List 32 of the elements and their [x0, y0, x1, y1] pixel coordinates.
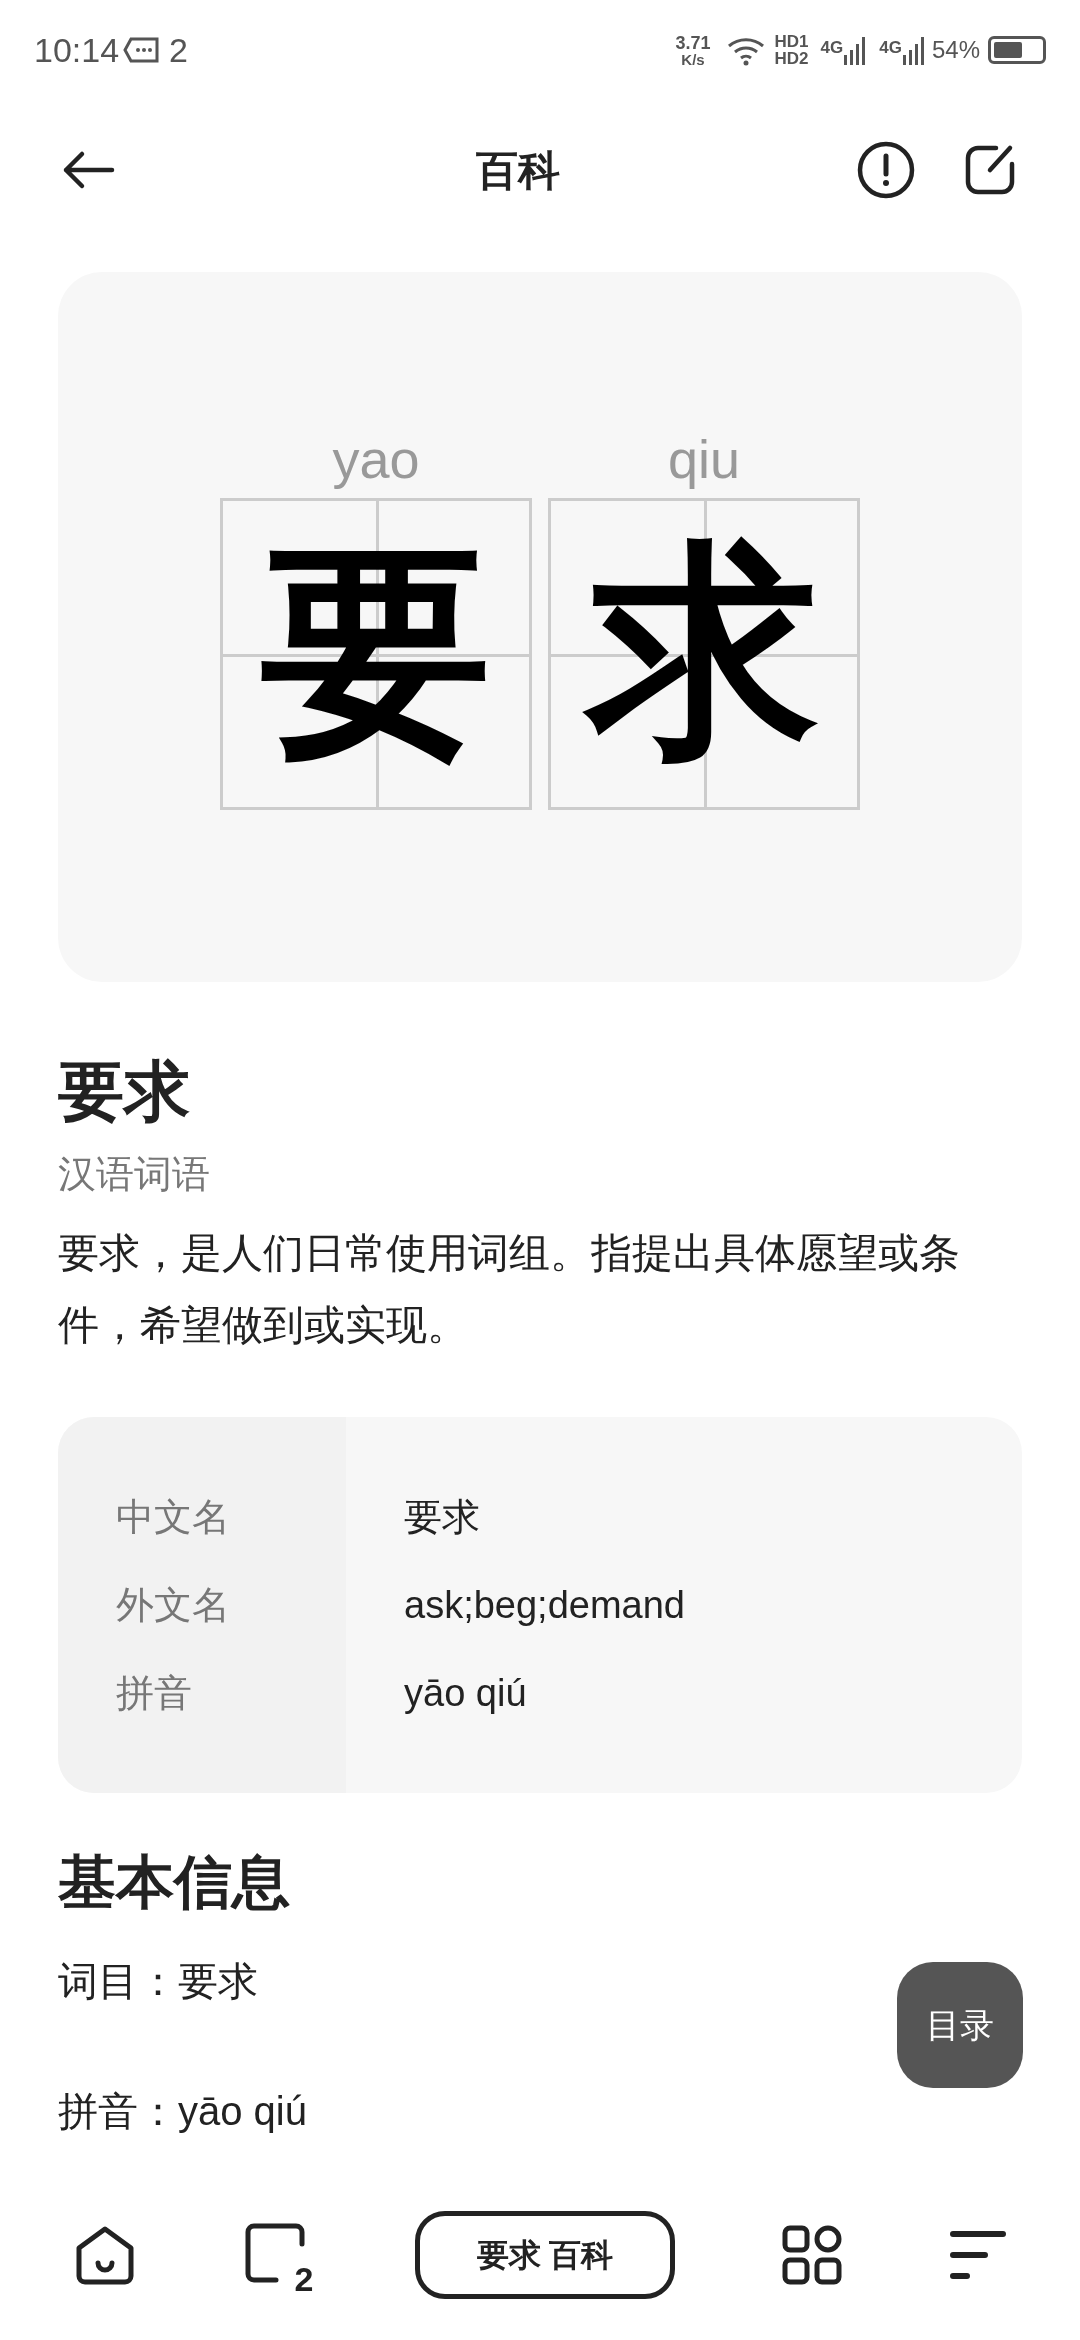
battery-percent: 54%	[931, 35, 980, 65]
sim-label: HD2	[774, 50, 809, 67]
page-title: 百科	[476, 145, 560, 196]
report-button[interactable]	[856, 140, 916, 200]
battery-icon	[988, 36, 1046, 64]
chinese-character: 要	[260, 525, 492, 784]
message-icon	[123, 36, 162, 64]
search-bar[interactable]: 要求 百科	[415, 2211, 675, 2299]
status-time: 10:14	[34, 29, 120, 71]
notification-count: 2	[169, 29, 188, 71]
info-value: yāo qiú	[404, 1671, 528, 1716]
signal-icon	[901, 35, 926, 65]
network-speed-unit: K/s	[681, 51, 705, 67]
info-value: ask;beg;demand	[404, 1583, 686, 1628]
info-label: 中文名	[116, 1495, 231, 1540]
network-type: 4G	[820, 37, 844, 59]
network-type: 4G	[879, 37, 902, 59]
info-label: 外文名	[116, 1583, 231, 1628]
table-of-contents-button[interactable]: 目录	[897, 1962, 1023, 2088]
info-value: 要求	[404, 1495, 481, 1540]
info-line: 拼音：yāo qiú	[58, 2088, 307, 2135]
entry-summary: 要求，是人们日常使用词组。指提出具体愿望或条件，希望做到或实现。	[58, 1229, 961, 1350]
chinese-character: 求	[579, 510, 829, 798]
signal-icon	[843, 35, 868, 65]
apps-button[interactable]	[780, 2224, 843, 2286]
network-speed: 3.71	[675, 33, 711, 52]
section-heading: 基本信息	[58, 1853, 290, 1911]
info-line: 词目：要求	[58, 1958, 258, 2005]
entry-category: 汉语词语	[58, 1152, 210, 1197]
entry-title: 要求	[58, 1058, 190, 1124]
sim-label: HD1	[774, 33, 809, 50]
info-label: 拼音	[116, 1671, 193, 1716]
